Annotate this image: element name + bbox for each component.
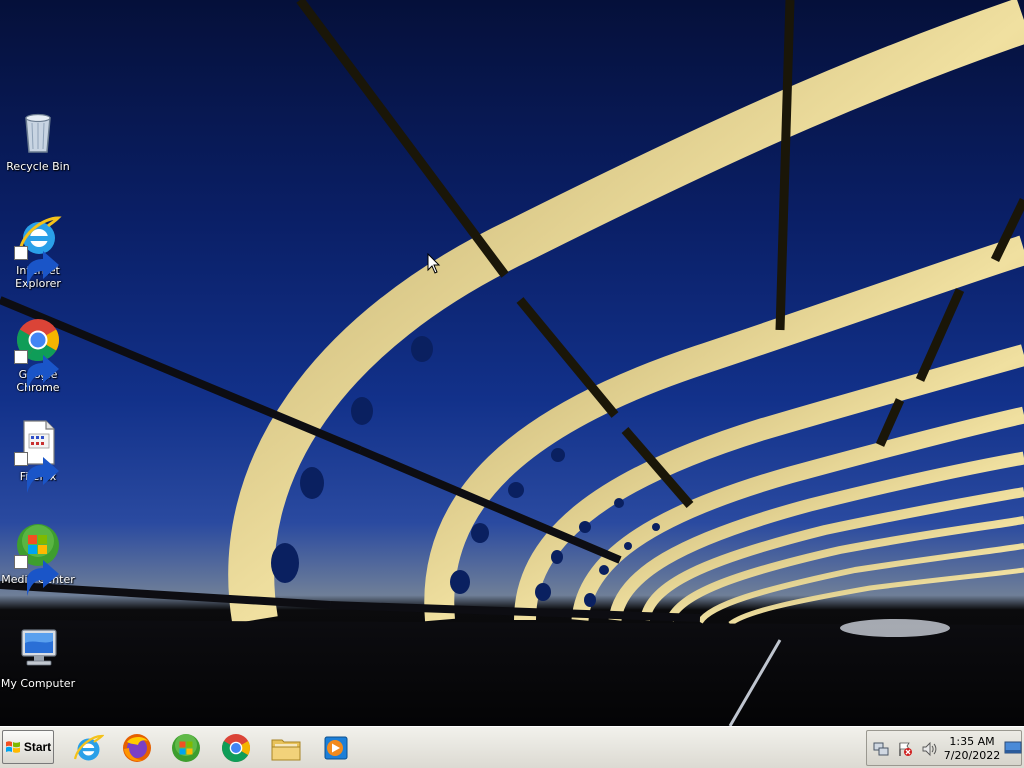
shortcut-arrow-icon [14, 246, 59, 287]
firefox-icon [123, 734, 151, 762]
quicklaunch-windows-media-center[interactable] [168, 730, 204, 766]
quicklaunch-media-player[interactable] [317, 730, 353, 766]
taskbar: Start 1:35 AM 7/20/2022 [0, 726, 1024, 768]
start-button[interactable]: Start [2, 730, 54, 764]
my-computer-icon [14, 625, 62, 673]
quicklaunch-internet-explorer[interactable] [70, 730, 106, 766]
media-center-icon [14, 521, 62, 596]
desktop-icon-internet-explorer[interactable]: Internet Explorer [0, 212, 76, 290]
media-player-icon [324, 736, 348, 760]
internet-explorer-icon [14, 212, 62, 287]
google-chrome-icon [14, 316, 62, 391]
desktop-icon-google-chrome[interactable]: Google Chrome [0, 316, 76, 394]
quicklaunch-file-explorer[interactable] [268, 730, 304, 766]
mouse-cursor-icon [427, 253, 441, 274]
quicklaunch-firefox[interactable] [119, 730, 155, 766]
windows-flag-icon [5, 741, 20, 753]
recycle-bin-icon [14, 108, 62, 156]
desktop[interactable]: Recycle Bin Internet Explorer [0, 0, 1024, 726]
file-explorer-icon [271, 739, 301, 761]
volume-icon[interactable] [921, 741, 937, 757]
desktop-icon-my-computer[interactable]: My Computer [0, 625, 76, 690]
quicklaunch-google-chrome[interactable] [218, 730, 254, 766]
desktop-icon-media-center[interactable]: Media Center [0, 521, 76, 596]
start-label: Start [23, 740, 52, 754]
shortcut-arrow-icon [14, 452, 59, 493]
clock[interactable]: 1:35 AM 7/20/2022 [937, 735, 1007, 763]
firefox-icon [14, 418, 62, 493]
clock-time: 1:35 AM [949, 735, 995, 748]
google-chrome-icon [222, 734, 250, 762]
action-center-flag-icon[interactable] [897, 741, 913, 757]
desktop-icon-label: My Computer [0, 677, 76, 690]
shortcut-arrow-icon [14, 555, 59, 596]
shortcut-arrow-icon [14, 350, 59, 391]
wallpaper-bridge-image [0, 0, 1024, 726]
desktop-icon-recycle-bin[interactable]: Recycle Bin [0, 108, 76, 173]
desktop-icon-label: Recycle Bin [6, 160, 70, 173]
windows-media-center-icon [172, 734, 200, 762]
network-icon[interactable] [873, 741, 889, 757]
show-desktop-icon[interactable] [1004, 741, 1022, 755]
desktop-icon-firefox[interactable]: Firefox [0, 418, 76, 493]
clock-date: 7/20/2022 [943, 749, 1001, 762]
internet-explorer-icon [73, 734, 104, 761]
system-tray: 1:35 AM 7/20/2022 [866, 730, 1022, 766]
